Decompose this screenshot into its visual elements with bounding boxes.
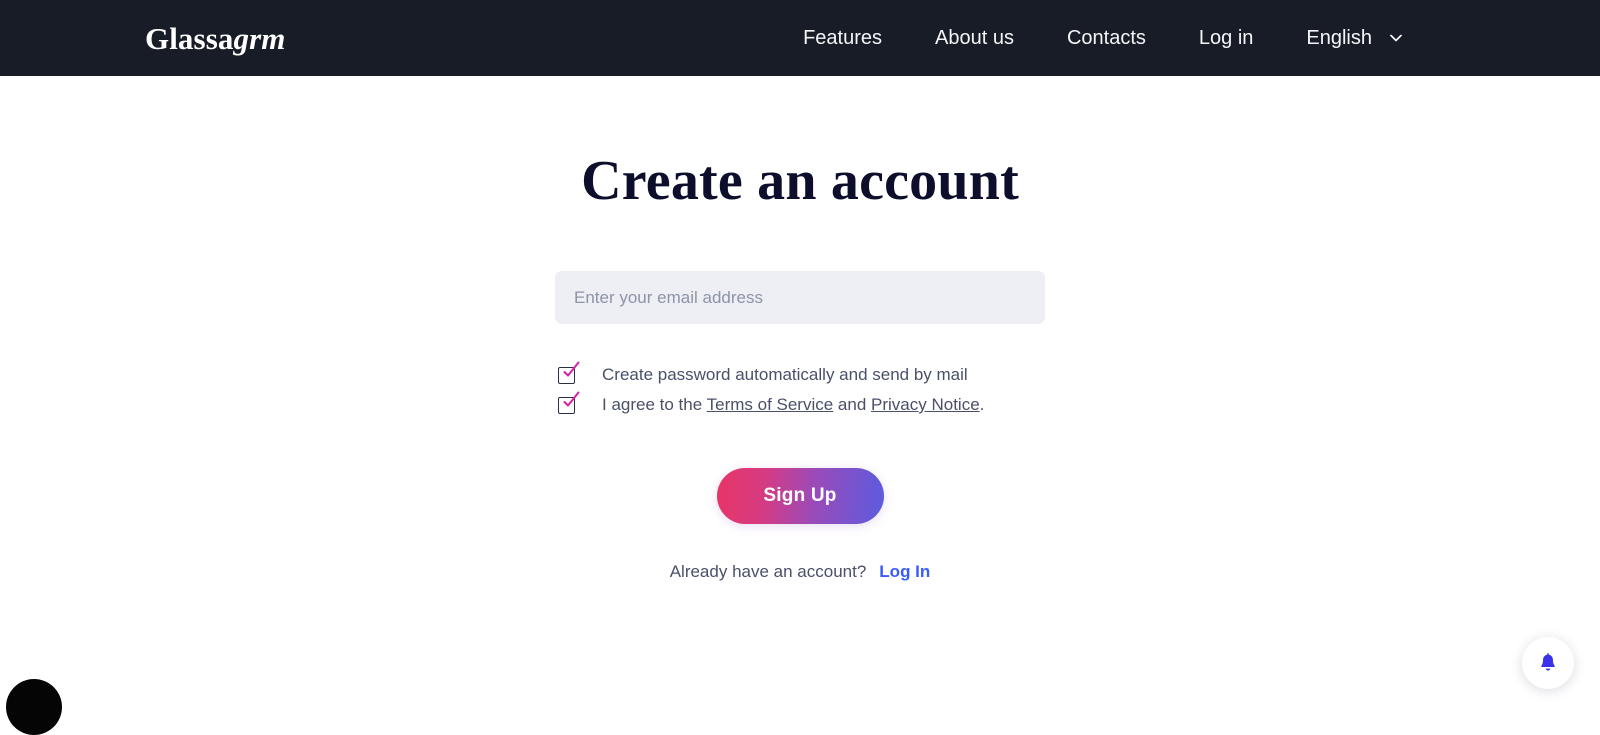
checkbox-list: Create password automatically and send b…	[555, 361, 1045, 416]
sign-up-button[interactable]: Sign Up	[716, 468, 884, 524]
privacy-notice-link[interactable]: Privacy Notice	[871, 395, 980, 414]
language-switcher[interactable]: English	[1306, 28, 1404, 48]
nav-link-about-us[interactable]: About us	[935, 20, 1014, 56]
login-prompt-row: Already have an account? Log In	[555, 562, 1045, 582]
checkbox-checked-icon[interactable]	[558, 391, 580, 415]
terms-of-service-link[interactable]: Terms of Service	[707, 395, 834, 414]
main-navigation: Features About us Contacts Log in Englis…	[803, 20, 1404, 56]
language-switcher-label: English	[1306, 27, 1372, 49]
signup-form: Create password automatically and send b…	[555, 271, 1045, 582]
checkbox-label-terms: I agree to the Terms of Service and Priv…	[602, 394, 984, 416]
terms-text-suffix: .	[979, 395, 985, 414]
chevron-down-icon	[1388, 30, 1404, 46]
terms-text-middle: and	[833, 395, 872, 414]
checkbox-row-auto-password[interactable]: Create password automatically and send b…	[555, 361, 1045, 386]
checkmark-icon	[560, 361, 580, 381]
login-prompt-text: Already have an account?	[669, 562, 867, 581]
nav-link-contacts[interactable]: Contacts	[1067, 20, 1146, 56]
checkbox-checked-icon[interactable]	[558, 361, 580, 385]
email-input[interactable]	[555, 271, 1045, 324]
chat-widget-button[interactable]	[6, 679, 62, 735]
terms-text-prefix: I agree to the	[602, 395, 707, 414]
brand-logo-italic: grm	[233, 20, 286, 56]
nav-link-log-in[interactable]: Log in	[1199, 20, 1254, 56]
bell-icon	[1537, 652, 1559, 674]
checkbox-row-terms[interactable]: I agree to the Terms of Service and Priv…	[555, 391, 1045, 416]
log-in-link[interactable]: Log In	[879, 562, 930, 582]
site-header: Glassagrm Features About us Contacts Log…	[0, 0, 1600, 76]
notification-button[interactable]	[1522, 637, 1574, 689]
brand-logo[interactable]: Glassagrm	[145, 23, 285, 54]
brand-logo-primary: Glassa	[145, 20, 234, 56]
checkmark-icon	[560, 391, 580, 411]
signup-button-wrap: Sign Up	[555, 468, 1045, 524]
page-title: Create an account	[581, 150, 1019, 212]
signup-page: Create an account Create password automa…	[0, 76, 1600, 582]
checkbox-label-auto-password: Create password automatically and send b…	[602, 365, 968, 384]
nav-link-features[interactable]: Features	[803, 20, 882, 56]
